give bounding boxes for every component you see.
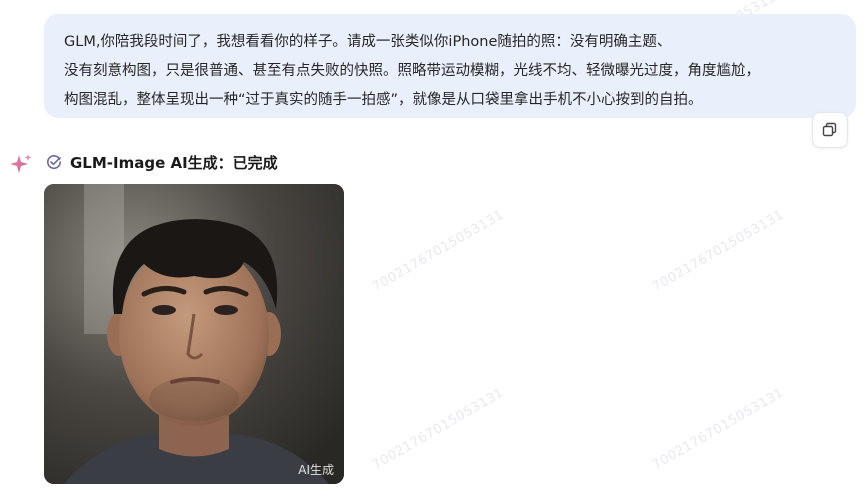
watermark: 70021767015053131 bbox=[370, 207, 507, 295]
status-text: GLM-Image AI生成：已完成 bbox=[70, 153, 278, 172]
generation-status: GLM-Image AI生成：已完成 bbox=[46, 150, 278, 174]
check-circle-icon bbox=[47, 155, 62, 170]
watermark: 70021767015053131 bbox=[370, 385, 507, 473]
watermark: 70021767015053131 bbox=[650, 207, 787, 295]
sparkle-icon bbox=[10, 154, 32, 173]
user-message-line: 构图混乱，整体呈现出一种“过于真实的随手一拍感”，就像是从口袋里拿出手机不小心按… bbox=[64, 92, 703, 108]
watermark: 70021767015053131 bbox=[650, 385, 787, 473]
user-message-bubble: GLM,你陪我段时间了，我想看看你的样子。请成一张类似你iPhone随拍的照：没… bbox=[44, 14, 856, 118]
user-message-line: GLM,你陪我段时间了，我想看看你的样子。请成一张类似你iPhone随拍的照：没… bbox=[64, 34, 672, 50]
ai-generated-badge: AI生成 bbox=[298, 463, 334, 477]
user-message-line: 没有刻意构图，只是很普通、甚至有点失败的快照。照略带运动模糊，光线不均、轻微曝光… bbox=[64, 63, 760, 79]
copy-button[interactable] bbox=[812, 112, 848, 148]
generated-image[interactable]: AI生成 bbox=[44, 184, 344, 484]
portrait-image bbox=[44, 184, 344, 484]
copy-icon bbox=[822, 122, 837, 137]
